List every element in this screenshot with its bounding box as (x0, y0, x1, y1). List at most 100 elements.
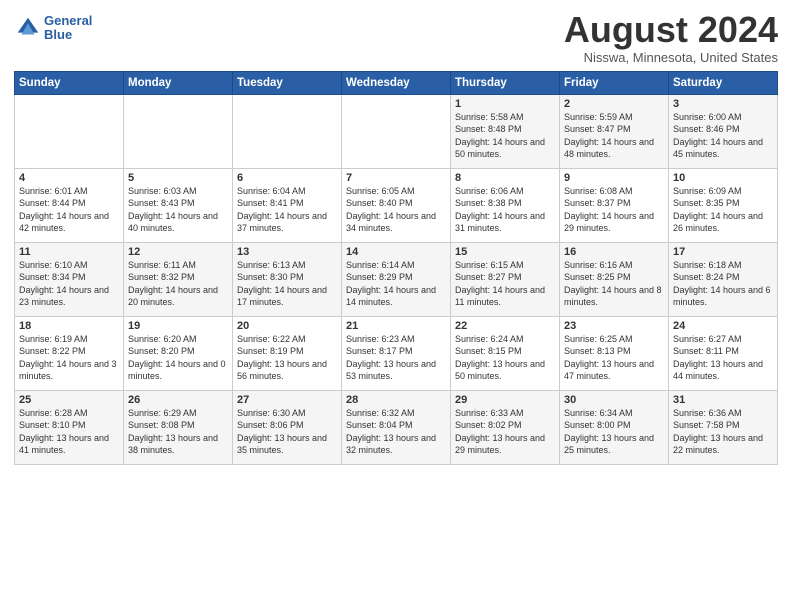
day-number: 12 (128, 246, 228, 258)
day-number: 22 (455, 320, 555, 332)
day-info: Sunrise: 6:24 AM Sunset: 8:15 PM Dayligh… (455, 333, 555, 383)
day-number: 2 (564, 98, 664, 110)
calendar-cell: 1Sunrise: 5:58 AM Sunset: 8:48 PM Daylig… (451, 94, 560, 168)
calendar-cell: 23Sunrise: 6:25 AM Sunset: 8:13 PM Dayli… (560, 316, 669, 390)
week-row-2: 4Sunrise: 6:01 AM Sunset: 8:44 PM Daylig… (15, 168, 778, 242)
day-number: 31 (673, 394, 773, 406)
calendar-cell (15, 94, 124, 168)
day-number: 14 (346, 246, 446, 258)
day-info: Sunrise: 6:14 AM Sunset: 8:29 PM Dayligh… (346, 259, 446, 309)
calendar-cell: 5Sunrise: 6:03 AM Sunset: 8:43 PM Daylig… (124, 168, 233, 242)
col-saturday: Saturday (669, 71, 778, 94)
day-number: 4 (19, 172, 119, 184)
day-info: Sunrise: 6:20 AM Sunset: 8:20 PM Dayligh… (128, 333, 228, 383)
col-monday: Monday (124, 71, 233, 94)
day-info: Sunrise: 6:22 AM Sunset: 8:19 PM Dayligh… (237, 333, 337, 383)
calendar-cell: 13Sunrise: 6:13 AM Sunset: 8:30 PM Dayli… (233, 242, 342, 316)
day-info: Sunrise: 6:08 AM Sunset: 8:37 PM Dayligh… (564, 185, 664, 235)
col-wednesday: Wednesday (342, 71, 451, 94)
day-info: Sunrise: 6:19 AM Sunset: 8:22 PM Dayligh… (19, 333, 119, 383)
day-number: 8 (455, 172, 555, 184)
day-info: Sunrise: 6:01 AM Sunset: 8:44 PM Dayligh… (19, 185, 119, 235)
calendar-cell: 20Sunrise: 6:22 AM Sunset: 8:19 PM Dayli… (233, 316, 342, 390)
day-number: 21 (346, 320, 446, 332)
day-info: Sunrise: 6:05 AM Sunset: 8:40 PM Dayligh… (346, 185, 446, 235)
month-title: August 2024 (564, 10, 778, 50)
day-info: Sunrise: 6:34 AM Sunset: 8:00 PM Dayligh… (564, 407, 664, 457)
calendar-cell: 25Sunrise: 6:28 AM Sunset: 8:10 PM Dayli… (15, 390, 124, 464)
day-info: Sunrise: 6:11 AM Sunset: 8:32 PM Dayligh… (128, 259, 228, 309)
day-info: Sunrise: 6:27 AM Sunset: 8:11 PM Dayligh… (673, 333, 773, 383)
day-number: 1 (455, 98, 555, 110)
day-number: 25 (19, 394, 119, 406)
day-number: 10 (673, 172, 773, 184)
day-number: 24 (673, 320, 773, 332)
calendar-cell: 12Sunrise: 6:11 AM Sunset: 8:32 PM Dayli… (124, 242, 233, 316)
calendar-cell: 30Sunrise: 6:34 AM Sunset: 8:00 PM Dayli… (560, 390, 669, 464)
calendar-cell (342, 94, 451, 168)
calendar-cell: 3Sunrise: 6:00 AM Sunset: 8:46 PM Daylig… (669, 94, 778, 168)
col-friday: Friday (560, 71, 669, 94)
day-number: 20 (237, 320, 337, 332)
day-number: 15 (455, 246, 555, 258)
day-number: 11 (19, 246, 119, 258)
day-info: Sunrise: 6:06 AM Sunset: 8:38 PM Dayligh… (455, 185, 555, 235)
calendar-cell: 6Sunrise: 6:04 AM Sunset: 8:41 PM Daylig… (233, 168, 342, 242)
calendar-cell: 4Sunrise: 6:01 AM Sunset: 8:44 PM Daylig… (15, 168, 124, 242)
page-container: General Blue August 2024 Nisswa, Minneso… (0, 0, 792, 473)
day-info: Sunrise: 6:03 AM Sunset: 8:43 PM Dayligh… (128, 185, 228, 235)
calendar-cell: 14Sunrise: 6:14 AM Sunset: 8:29 PM Dayli… (342, 242, 451, 316)
day-number: 30 (564, 394, 664, 406)
calendar-cell: 31Sunrise: 6:36 AM Sunset: 7:58 PM Dayli… (669, 390, 778, 464)
day-info: Sunrise: 6:13 AM Sunset: 8:30 PM Dayligh… (237, 259, 337, 309)
day-info: Sunrise: 6:30 AM Sunset: 8:06 PM Dayligh… (237, 407, 337, 457)
day-info: Sunrise: 5:59 AM Sunset: 8:47 PM Dayligh… (564, 111, 664, 161)
day-number: 23 (564, 320, 664, 332)
calendar-cell: 26Sunrise: 6:29 AM Sunset: 8:08 PM Dayli… (124, 390, 233, 464)
day-number: 7 (346, 172, 446, 184)
calendar-cell: 16Sunrise: 6:16 AM Sunset: 8:25 PM Dayli… (560, 242, 669, 316)
day-info: Sunrise: 6:00 AM Sunset: 8:46 PM Dayligh… (673, 111, 773, 161)
day-info: Sunrise: 6:10 AM Sunset: 8:34 PM Dayligh… (19, 259, 119, 309)
location: Nisswa, Minnesota, United States (564, 50, 778, 65)
col-tuesday: Tuesday (233, 71, 342, 94)
day-number: 6 (237, 172, 337, 184)
title-block: August 2024 Nisswa, Minnesota, United St… (564, 10, 778, 65)
logo-line2: Blue (44, 28, 92, 42)
week-row-1: 1Sunrise: 5:58 AM Sunset: 8:48 PM Daylig… (15, 94, 778, 168)
day-number: 9 (564, 172, 664, 184)
day-info: Sunrise: 6:09 AM Sunset: 8:35 PM Dayligh… (673, 185, 773, 235)
logo: General Blue (14, 14, 92, 43)
day-info: Sunrise: 6:18 AM Sunset: 8:24 PM Dayligh… (673, 259, 773, 309)
calendar-cell: 7Sunrise: 6:05 AM Sunset: 8:40 PM Daylig… (342, 168, 451, 242)
calendar-cell: 8Sunrise: 6:06 AM Sunset: 8:38 PM Daylig… (451, 168, 560, 242)
calendar-cell: 22Sunrise: 6:24 AM Sunset: 8:15 PM Dayli… (451, 316, 560, 390)
col-thursday: Thursday (451, 71, 560, 94)
day-info: Sunrise: 5:58 AM Sunset: 8:48 PM Dayligh… (455, 111, 555, 161)
calendar-table: Sunday Monday Tuesday Wednesday Thursday… (14, 71, 778, 465)
calendar-cell (124, 94, 233, 168)
calendar-cell: 29Sunrise: 6:33 AM Sunset: 8:02 PM Dayli… (451, 390, 560, 464)
day-info: Sunrise: 6:25 AM Sunset: 8:13 PM Dayligh… (564, 333, 664, 383)
day-info: Sunrise: 6:32 AM Sunset: 8:04 PM Dayligh… (346, 407, 446, 457)
day-info: Sunrise: 6:15 AM Sunset: 8:27 PM Dayligh… (455, 259, 555, 309)
day-info: Sunrise: 6:33 AM Sunset: 8:02 PM Dayligh… (455, 407, 555, 457)
day-number: 26 (128, 394, 228, 406)
calendar-cell: 27Sunrise: 6:30 AM Sunset: 8:06 PM Dayli… (233, 390, 342, 464)
day-info: Sunrise: 6:23 AM Sunset: 8:17 PM Dayligh… (346, 333, 446, 383)
week-row-5: 25Sunrise: 6:28 AM Sunset: 8:10 PM Dayli… (15, 390, 778, 464)
calendar-cell: 2Sunrise: 5:59 AM Sunset: 8:47 PM Daylig… (560, 94, 669, 168)
day-number: 16 (564, 246, 664, 258)
day-number: 29 (455, 394, 555, 406)
calendar-cell: 24Sunrise: 6:27 AM Sunset: 8:11 PM Dayli… (669, 316, 778, 390)
calendar-cell: 21Sunrise: 6:23 AM Sunset: 8:17 PM Dayli… (342, 316, 451, 390)
day-number: 3 (673, 98, 773, 110)
day-number: 5 (128, 172, 228, 184)
day-info: Sunrise: 6:29 AM Sunset: 8:08 PM Dayligh… (128, 407, 228, 457)
week-row-3: 11Sunrise: 6:10 AM Sunset: 8:34 PM Dayli… (15, 242, 778, 316)
calendar-cell: 10Sunrise: 6:09 AM Sunset: 8:35 PM Dayli… (669, 168, 778, 242)
day-number: 28 (346, 394, 446, 406)
header: General Blue August 2024 Nisswa, Minneso… (14, 10, 778, 65)
day-number: 18 (19, 320, 119, 332)
calendar-cell: 28Sunrise: 6:32 AM Sunset: 8:04 PM Dayli… (342, 390, 451, 464)
